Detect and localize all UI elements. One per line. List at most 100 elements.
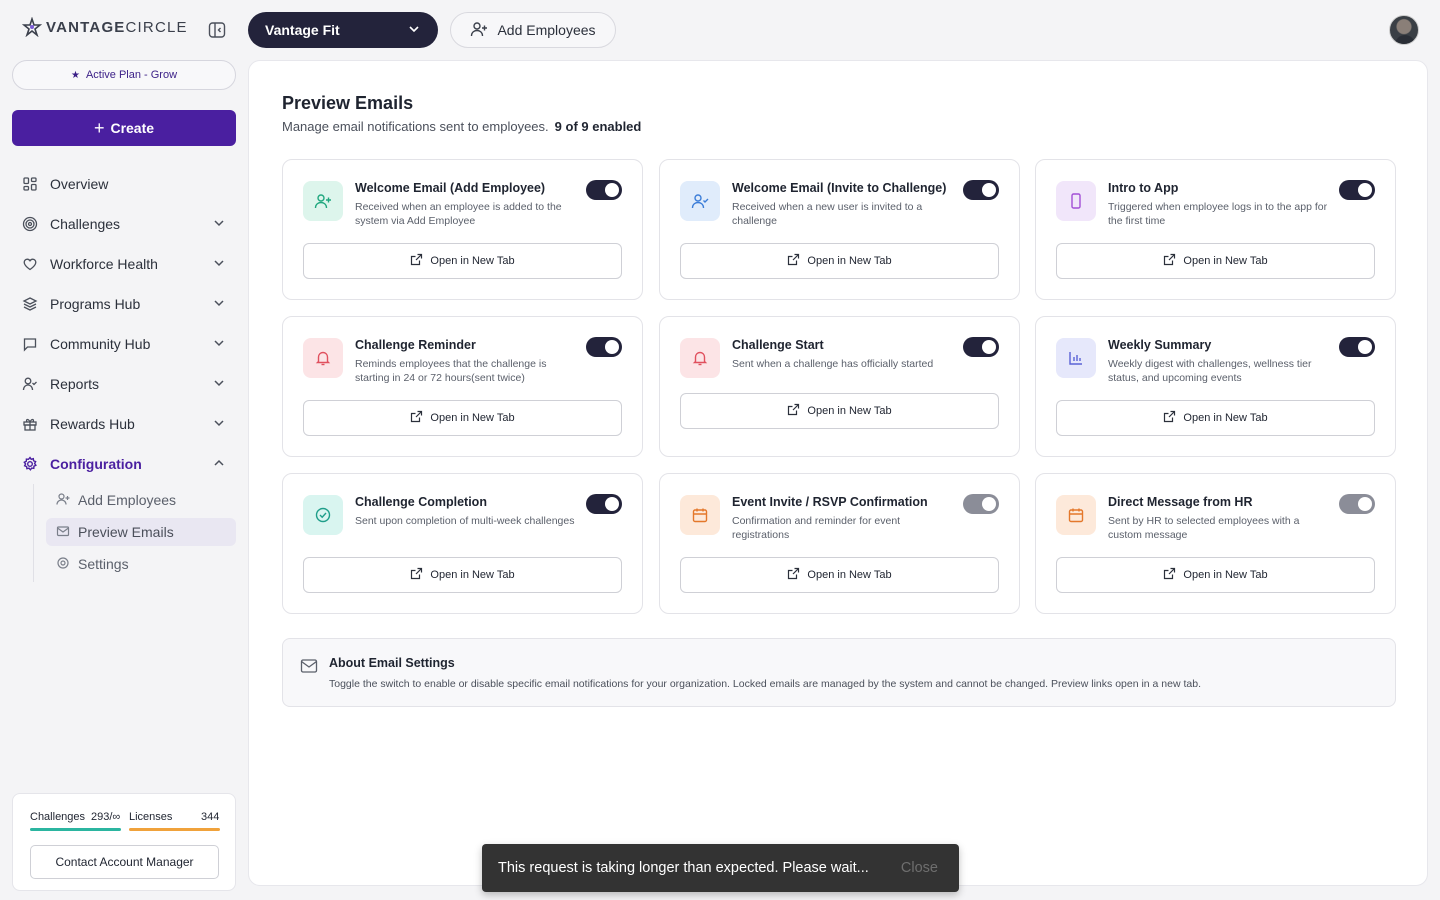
- phone-icon: [1056, 181, 1096, 221]
- bar-chart-icon: [1056, 338, 1096, 378]
- sidebar-item-challenges[interactable]: Challenges: [12, 204, 236, 244]
- email-enable-toggle[interactable]: [586, 337, 622, 357]
- about-text: Toggle the switch to enable or disable s…: [329, 678, 1202, 690]
- external-link-icon: [1163, 410, 1176, 426]
- chevron-up-icon: [212, 456, 226, 473]
- loading-toast: This request is taking longer than expec…: [482, 844, 959, 892]
- open-in-new-tab-button[interactable]: Open in New Tab: [303, 557, 622, 593]
- main-panel: Preview Emails Manage email notification…: [248, 60, 1428, 886]
- email-enable-toggle[interactable]: [1339, 180, 1375, 200]
- sidebar-item-community-hub[interactable]: Community Hub: [12, 324, 236, 364]
- mail-icon: [300, 658, 318, 679]
- sidebar-item-programs-hub[interactable]: Programs Hub: [12, 284, 236, 324]
- email-card-description: Sent when a challenge has officially sta…: [732, 358, 934, 370]
- email-card-description: Triggered when employee logs in to the a…: [1108, 201, 1328, 227]
- challenges-usage-bar: [30, 828, 121, 831]
- external-link-icon: [1163, 567, 1176, 583]
- chevron-down-icon: [212, 416, 226, 433]
- sidebar-item-overview[interactable]: Overview: [12, 164, 236, 204]
- page-title: Preview Emails: [282, 93, 414, 113]
- external-link-icon: [787, 403, 800, 419]
- sidebar-subitem-preview-emails[interactable]: Preview Emails: [46, 518, 236, 546]
- sidebar-item-rewards-hub[interactable]: Rewards Hub: [12, 404, 236, 444]
- open-in-new-tab-button[interactable]: Open in New Tab: [680, 393, 999, 429]
- toast-close-button[interactable]: Close: [901, 860, 938, 876]
- open-in-new-tab-button[interactable]: Open in New Tab: [1056, 557, 1375, 593]
- gear-icon: [56, 556, 70, 573]
- open-in-new-tab-button[interactable]: Open in New Tab: [303, 243, 622, 279]
- plus-icon: +: [93, 118, 105, 138]
- plan-label: Active Plan - Grow: [85, 69, 178, 81]
- email-enable-toggle[interactable]: [963, 337, 999, 357]
- page-subtitle: Manage email notifications sent to emplo…: [282, 119, 642, 134]
- chevron-down-icon: [212, 256, 226, 273]
- create-button[interactable]: + Create: [12, 110, 236, 146]
- email-card-challenge-start: Challenge Start Sent when a challenge ha…: [659, 316, 1020, 457]
- email-card-title: Direct Message from HR: [1108, 495, 1253, 509]
- email-card-title: Welcome Email (Invite to Challenge): [732, 181, 947, 195]
- email-card-description: Confirmation and reminder for event regi…: [732, 515, 901, 541]
- email-enable-toggle[interactable]: [1339, 337, 1375, 357]
- email-card-description: Sent by HR to selected employees with a …: [1108, 515, 1300, 541]
- email-card-title: Weekly Summary: [1108, 338, 1212, 352]
- email-enable-toggle-locked[interactable]: [963, 494, 999, 514]
- email-card-title: Intro to App: [1108, 181, 1179, 195]
- sidebar-item-configuration[interactable]: Configuration: [12, 444, 236, 484]
- email-card-description: Weekly digest with challenges, wellness …: [1108, 358, 1312, 384]
- chevron-down-icon: [212, 376, 226, 393]
- email-enable-toggle[interactable]: [586, 494, 622, 514]
- chevron-down-icon: [212, 296, 226, 313]
- email-enable-toggle-locked[interactable]: [1339, 494, 1375, 514]
- enabled-count: 9 of 9 enabled: [554, 119, 642, 134]
- external-link-icon: [787, 253, 800, 269]
- sidebar-toggle-icon[interactable]: [207, 20, 227, 40]
- brand-logo[interactable]: VANTAGECIRCLE: [22, 17, 188, 37]
- sidebar-subitem-settings[interactable]: Settings: [46, 550, 236, 578]
- email-card-description: Received when a new user is invited to a…: [732, 201, 923, 227]
- email-card-weekly-summary: Weekly Summary Weekly digest with challe…: [1035, 316, 1396, 457]
- email-card-title: Challenge Start: [732, 338, 824, 352]
- calendar-icon: [1056, 495, 1096, 535]
- calendar-icon: [680, 495, 720, 535]
- user-avatar[interactable]: [1389, 15, 1419, 45]
- usage-card: Challenges 293/∞ Licenses 344 Contact Ac…: [12, 793, 236, 891]
- logo-star-icon: [22, 17, 42, 37]
- mail-icon: [56, 524, 70, 541]
- email-enable-toggle[interactable]: [586, 180, 622, 200]
- check-circle-icon: [303, 495, 343, 535]
- grid-icon: [22, 176, 38, 192]
- user-plus-icon: [56, 492, 70, 509]
- challenges-usage-label: Challenges: [30, 811, 86, 823]
- email-card-description: Sent upon completion of multi-week chall…: [355, 515, 575, 527]
- external-link-icon: [410, 410, 423, 426]
- gear-icon: [22, 456, 38, 472]
- open-in-new-tab-button[interactable]: Open in New Tab: [680, 243, 999, 279]
- open-in-new-tab-button[interactable]: Open in New Tab: [303, 400, 622, 436]
- external-link-icon: [1163, 253, 1176, 269]
- email-card-intro-to-app: Intro to App Triggered when employee log…: [1035, 159, 1396, 300]
- open-in-new-tab-button[interactable]: Open in New Tab: [680, 557, 999, 593]
- sidebar: VANTAGECIRCLE ★ Active Plan - Grow + Cre…: [0, 0, 248, 900]
- configuration-subnav: Add Employees Preview Emails Settings: [33, 484, 236, 582]
- contact-account-manager-button[interactable]: Contact Account Manager: [30, 845, 219, 879]
- add-employees-button[interactable]: Add Employees: [450, 12, 616, 48]
- about-email-settings: About Email Settings Toggle the switch t…: [282, 638, 1396, 707]
- chevron-down-icon: [407, 22, 421, 39]
- email-card-title: Challenge Completion: [355, 495, 487, 509]
- open-in-new-tab-button[interactable]: Open in New Tab: [1056, 243, 1375, 279]
- chevron-down-icon: [212, 336, 226, 353]
- target-icon: [22, 216, 38, 232]
- sidebar-item-workforce-health[interactable]: Workforce Health: [12, 244, 236, 284]
- external-link-icon: [410, 253, 423, 269]
- email-card-event-invite-rsvp: Event Invite / RSVP Confirmation Confirm…: [659, 473, 1020, 614]
- external-link-icon: [787, 567, 800, 583]
- layers-icon: [22, 296, 38, 312]
- open-in-new-tab-button[interactable]: Open in New Tab: [1056, 400, 1375, 436]
- email-enable-toggle[interactable]: [963, 180, 999, 200]
- sidebar-subitem-add-employees[interactable]: Add Employees: [46, 486, 236, 514]
- star-icon: ★: [70, 69, 80, 81]
- sidebar-item-reports[interactable]: Reports: [12, 364, 236, 404]
- about-title: About Email Settings: [329, 656, 455, 670]
- licenses-usage-label: Licenses: [129, 811, 173, 823]
- app-selector[interactable]: Vantage Fit: [248, 12, 438, 48]
